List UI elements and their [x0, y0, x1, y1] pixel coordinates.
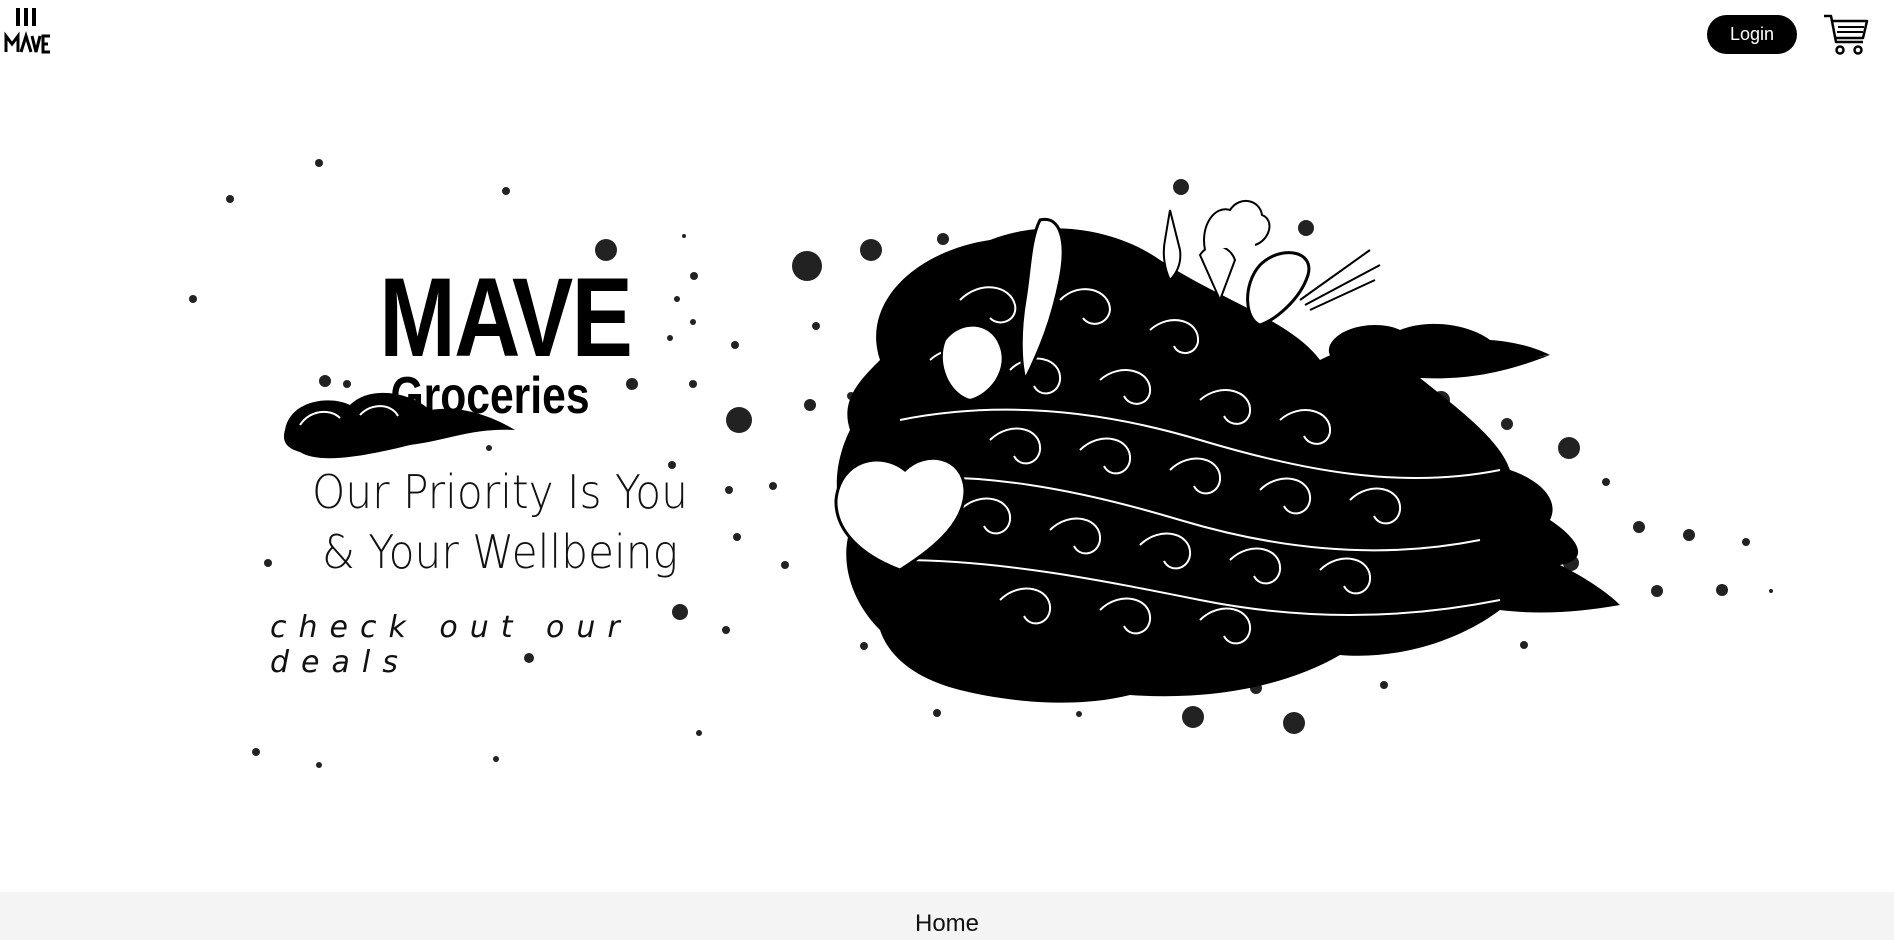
footer-home-link[interactable]: Home	[0, 910, 1894, 938]
groceries-swirl-illustration	[834, 200, 1620, 703]
hero-section: MAVE Groceries Our Priority Is You & You…	[0, 0, 1894, 892]
tagline-line-1: Our Priority Is You	[312, 465, 688, 519]
tagline: Our Priority Is You & Your Wellbeing	[298, 462, 703, 582]
brand-subtitle: Groceries	[390, 367, 590, 425]
check-deals-link[interactable]: check out our deals	[270, 610, 740, 680]
tagline-line-2: & Your Wellbeing	[321, 525, 679, 579]
brand-title: MAVE	[379, 255, 633, 380]
